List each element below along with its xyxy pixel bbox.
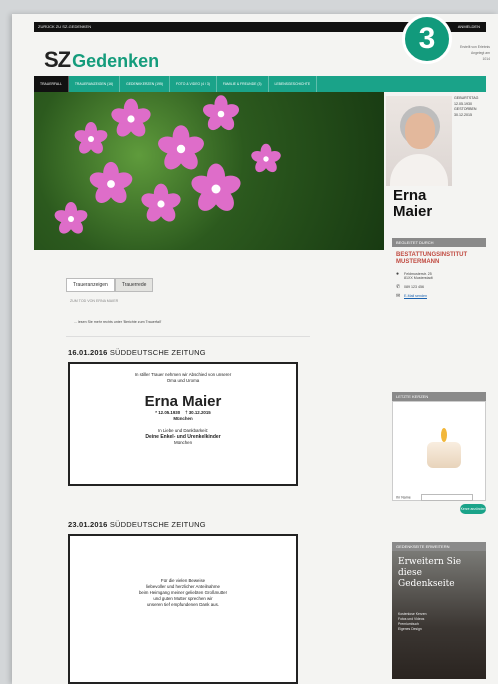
notice-paper: SÜDDEUTSCHE ZEITUNG [109, 348, 206, 357]
notice-card[interactable]: Für die vielen Beweise liebevoller und h… [68, 534, 298, 684]
deceased-name: Erna Maier [393, 188, 432, 220]
flame-icon [441, 428, 447, 442]
breadcrumb: ZUM TOD VON ERNA MAIER [70, 299, 119, 303]
flower [249, 143, 283, 175]
notice-closing: München [173, 440, 193, 445]
logo[interactable]: SZ Gedenken [44, 47, 159, 73]
life-dates: GEBURTSTAG 12.05.1930 GESTORBEN 30.12.20… [454, 96, 478, 118]
email: ✉ E-Mail senden [392, 292, 486, 299]
name-field-row: Ihr Name [396, 494, 473, 501]
flower [52, 202, 90, 237]
views-line: 1014 [482, 57, 490, 61]
nav-familie-freunde[interactable]: FAMILIE & FREUNDE (3) [217, 76, 269, 92]
main-nav: TRAUERFALL TRAUERANZEIGEN (16) GEDENKKER… [34, 76, 486, 92]
name-label: Ihr Name [396, 495, 411, 500]
flower [188, 163, 244, 215]
notice-date: 16.01.2016 [68, 348, 108, 357]
email-link[interactable]: E-Mail senden [404, 294, 427, 298]
notice-date: 23.01.2016 [68, 520, 108, 529]
erweitern-title2: diese Gedenkseite [398, 568, 455, 589]
name-input[interactable] [420, 494, 473, 501]
nav-gedenkkerzen[interactable]: GEDENKKERZEN (195) [120, 76, 171, 92]
address-line2: 81XX Musterstadt [404, 276, 433, 280]
mail-icon: ✉ [396, 293, 401, 299]
flower [72, 122, 110, 157]
nav-trauerfall[interactable]: TRAUERFALL [34, 76, 69, 92]
candle-icon [427, 442, 461, 468]
notice-born: * 12.05.1930 [155, 410, 181, 415]
erweitern-header: GEDENKSEITE ERWEITERN [392, 542, 486, 551]
feature-line: Eigenes Design [398, 627, 422, 631]
tab-traueranzeigen[interactable]: Traueranzeigen [66, 278, 115, 292]
died-label: GESTORBEN [454, 107, 477, 111]
notice-line: unseren tief empfundenen Dank aus. [146, 602, 219, 607]
flower [139, 183, 183, 225]
phone-icon: ✆ [396, 284, 401, 290]
tab-trauerrede[interactable]: Trauerrede [114, 278, 154, 292]
bestatter-title[interactable]: BESTATTUNGSINSTITUT MUSTERMANN [392, 247, 486, 266]
erweitern-title1: Erweitern Sie [398, 557, 462, 567]
nav-foto-video[interactable]: FOTO & VIDEO (4 / 3) [170, 76, 217, 92]
notice-city: München [173, 416, 193, 421]
born-label: GEBURTSTAG [454, 96, 479, 100]
first-name: Erna [393, 187, 427, 204]
logo-word: Gedenken [72, 51, 160, 71]
creator-info: Erstellt von Erlebnis Angelegt am 1014 [460, 44, 490, 62]
died-date: 30.12.2015 [454, 112, 472, 117]
flower [109, 98, 153, 140]
kerzen-box: LETZTE KERZEN Ihr Name Kerze anzünden [392, 392, 486, 514]
flower [201, 95, 241, 134]
hero-flower-image [34, 92, 384, 250]
candle-display[interactable] [392, 401, 486, 501]
bestatter-box: BEGLEITET DURCH BESTATTUNGSINSTITUT MUST… [392, 238, 486, 299]
address: ● Feldmusterstr. 25 81XX Musterstadt [392, 270, 486, 281]
notice-name: Erna Maier [144, 393, 222, 410]
divider [66, 336, 310, 337]
kerzen-header: LETZTE KERZEN [392, 392, 486, 401]
erweitern-box: GEDENKSEITE ERWEITERN Erweitern Sie dies… [392, 542, 486, 679]
erweitern-banner[interactable]: Erweitern Sie diese Gedenkseite Kostenlo… [392, 551, 486, 679]
step-badge: 3 [402, 14, 452, 64]
bestatter-header: BEGLEITET DURCH [392, 238, 486, 247]
light-candle-button[interactable]: Kerze anzünden [460, 504, 486, 514]
notice-paper: SÜDDEUTSCHE ZEITUNG [109, 520, 206, 529]
content-tabs: Traueranzeigen Trauerrede [66, 278, 154, 292]
bestatter-title-line2: MUSTERMANN [396, 259, 440, 265]
bestatter-title-line1: BESTATTUNGSINSTITUT [396, 252, 468, 258]
logo-sz: SZ [44, 47, 71, 72]
back-link[interactable]: ZURÜCK ZU SZ-GEDENKEN [38, 24, 91, 29]
last-name: Maier [393, 203, 433, 220]
notice-intro: Oma und Uroma [166, 378, 200, 383]
notice-heading: 23.01.2016 SÜDDEUTSCHE ZEITUNG [68, 520, 206, 529]
erweitern-features: Kostenlose Kerzen Fotos und Videos Premi… [398, 612, 480, 632]
deceased-portrait [386, 96, 452, 186]
phone-number: 089 123 456 [404, 285, 424, 289]
location-pin-icon: ● [396, 271, 400, 277]
nav-lebensgeschichte[interactable]: LEBENSGESCHICHTE [269, 76, 318, 92]
lead-text: ... lesen Sie mehr rechts unter 'Bericht… [74, 320, 162, 324]
nav-traueranzeigen[interactable]: TRAUERANZEIGEN (16) [69, 76, 121, 92]
phone: ✆ 089 123 456 [392, 283, 486, 290]
login-link[interactable]: ANMELDEN [458, 22, 480, 32]
notice-heading: 16.01.2016 SÜDDEUTSCHE ZEITUNG [68, 348, 206, 357]
notice-card[interactable]: In stiller Trauer nehmen wir Abschied vo… [68, 362, 298, 486]
flower [87, 161, 135, 207]
notice-died: † 30.12.2015 [185, 410, 211, 415]
